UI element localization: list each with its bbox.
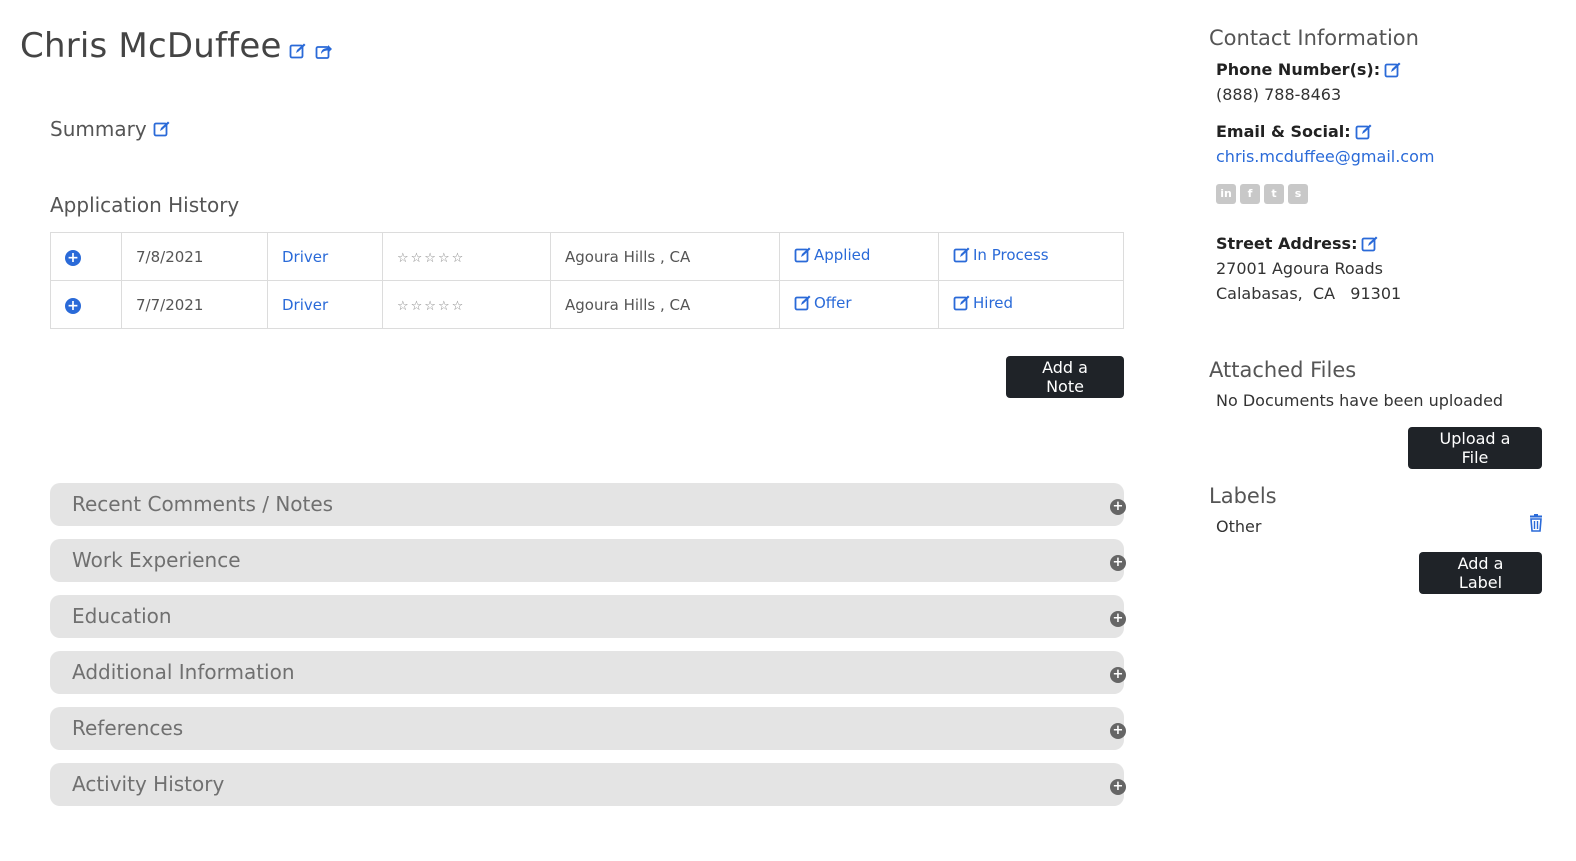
email-link[interactable]: chris.mcduffee@gmail.com [1216, 147, 1434, 166]
expand-icon[interactable]: + [1110, 499, 1126, 515]
accordion-work-experience[interactable]: Work Experience + [50, 539, 1126, 582]
street-address-label: Street Address: [1216, 234, 1358, 253]
address-line-2: Calabasas, CA 91301 [1216, 284, 1402, 303]
attached-files-title: Attached Files [1209, 358, 1357, 382]
address-line-1: 27001 Agoura Roads [1216, 259, 1383, 278]
expand-icon[interactable]: + [1110, 611, 1126, 627]
accordion-title: Recent Comments / Notes [72, 492, 334, 516]
expand-row-icon[interactable]: + [65, 297, 81, 314]
expand-row-icon[interactable]: + [65, 249, 81, 266]
phone-label: Phone Number(s): [1216, 60, 1381, 79]
contact-information-title: Contact Information [1209, 26, 1419, 50]
position-link[interactable]: Driver [282, 296, 328, 314]
accordion-education[interactable]: Education + [50, 595, 1126, 638]
no-documents-text: No Documents have been uploaded [1216, 391, 1504, 410]
skype-icon[interactable]: s [1288, 184, 1308, 204]
accordion-title: Additional Information [72, 660, 295, 684]
expand-icon[interactable]: + [1110, 723, 1126, 739]
stage-link[interactable]: Offer [794, 294, 852, 312]
rating-stars[interactable]: ☆☆☆☆☆ [397, 299, 465, 314]
accordion-title: References [72, 716, 184, 740]
edit-summary-icon[interactable] [153, 120, 171, 138]
upload-file-button[interactable]: Upload a File [1408, 427, 1542, 469]
accordion-additional-information[interactable]: Additional Information + [50, 651, 1126, 694]
accordion-title: Work Experience [72, 548, 241, 572]
edit-icon [794, 246, 812, 264]
edit-email-icon[interactable] [1355, 123, 1373, 141]
edit-address-icon[interactable] [1361, 235, 1379, 253]
stage-link[interactable]: Applied [794, 246, 870, 264]
accordion-activity-history[interactable]: Activity History + [50, 763, 1126, 806]
application-location: Agoura Hills , CA [550, 232, 780, 281]
status-link[interactable]: Hired [953, 294, 1013, 312]
accordion-title: Activity History [72, 772, 225, 796]
add-label-button[interactable]: Add a Label [1419, 552, 1542, 594]
edit-icon [953, 246, 971, 264]
position-link[interactable]: Driver [282, 248, 328, 266]
twitter-icon[interactable]: t [1264, 184, 1284, 204]
accordion-references[interactable]: References + [50, 707, 1126, 750]
summary-title: Summary [50, 117, 147, 141]
table-row: + 7/7/2021 Driver ☆☆☆☆☆ Agoura Hills , C… [50, 280, 1124, 329]
application-location: Agoura Hills , CA [550, 280, 780, 329]
accordion-title: Education [72, 604, 172, 628]
candidate-name: Chris McDuffee [20, 26, 282, 66]
expand-icon[interactable]: + [1110, 779, 1126, 795]
expand-icon[interactable]: + [1110, 667, 1126, 683]
edit-name-icon[interactable] [289, 42, 307, 60]
trash-icon[interactable] [1528, 514, 1544, 532]
application-date: 7/8/2021 [121, 232, 268, 281]
edit-icon [794, 294, 812, 312]
linkedin-icon[interactable]: in [1216, 184, 1236, 204]
email-social-label: Email & Social: [1216, 122, 1351, 141]
edit-phone-icon[interactable] [1384, 61, 1402, 79]
labels-title: Labels [1209, 484, 1277, 508]
share-icon[interactable] [315, 42, 333, 60]
rating-stars[interactable]: ☆☆☆☆☆ [397, 251, 465, 266]
edit-icon [953, 294, 971, 312]
add-note-button[interactable]: Add a Note [1006, 356, 1124, 398]
application-date: 7/7/2021 [121, 280, 268, 329]
status-link[interactable]: In Process [953, 246, 1049, 264]
application-history-title: Application History [50, 193, 240, 217]
facebook-icon[interactable]: f [1240, 184, 1260, 204]
application-history-table: + 7/8/2021 Driver ☆☆☆☆☆ Agoura Hills , C… [50, 232, 1124, 329]
table-row: + 7/8/2021 Driver ☆☆☆☆☆ Agoura Hills , C… [50, 232, 1124, 281]
expand-icon[interactable]: + [1110, 555, 1126, 571]
accordion-recent-comments[interactable]: Recent Comments / Notes + [50, 483, 1126, 526]
label-item: Other [1216, 517, 1262, 536]
phone-number: (888) 788-8463 [1216, 85, 1342, 104]
